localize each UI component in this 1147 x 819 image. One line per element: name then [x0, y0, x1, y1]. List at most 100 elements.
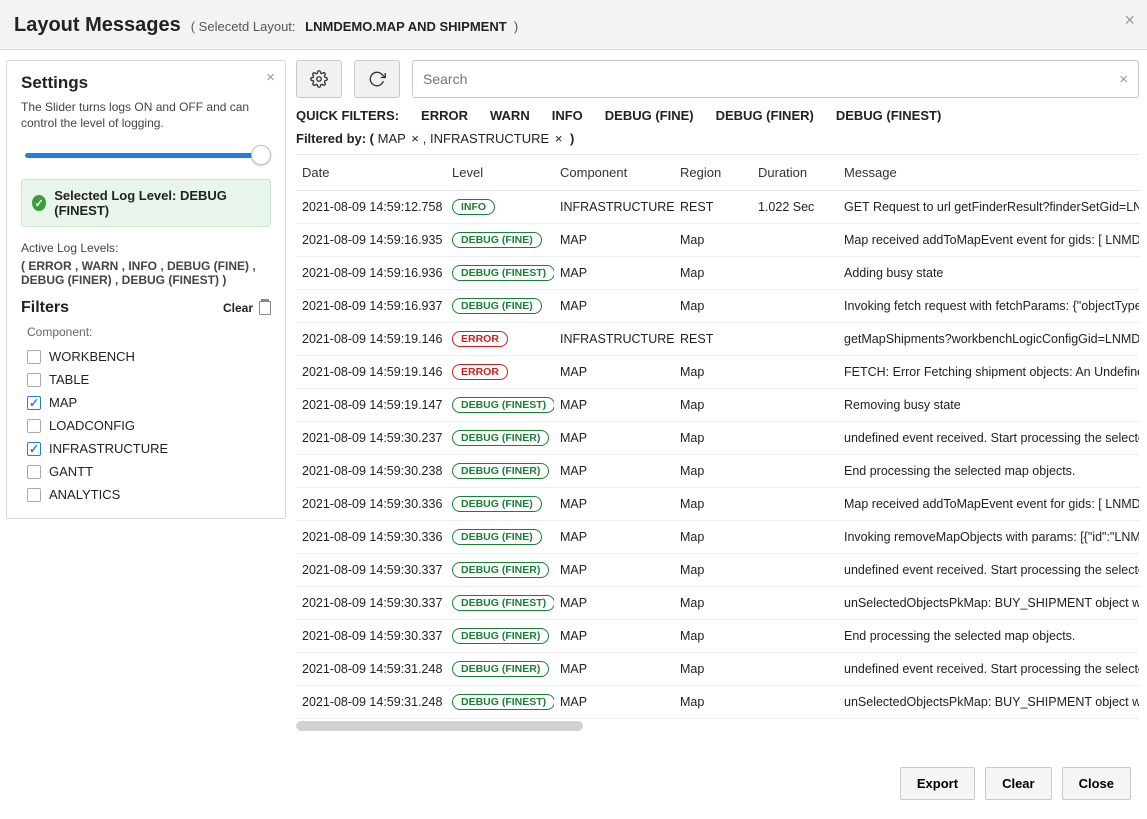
- column-header-component[interactable]: Component: [554, 155, 674, 191]
- component-filter-analytics[interactable]: ANALYTICS: [21, 483, 271, 506]
- export-button[interactable]: Export: [900, 767, 975, 800]
- settings-description: The Slider turns logs ON and OFF and can…: [21, 99, 271, 131]
- filters-header: Filters Clear: [21, 299, 271, 317]
- cell-region: Map: [674, 488, 752, 521]
- settings-close-icon[interactable]: ×: [266, 69, 275, 86]
- table-row[interactable]: 2021-08-09 14:59:30.237DEBUG (FINER)MAPM…: [296, 422, 1139, 455]
- table-row[interactable]: 2021-08-09 14:59:30.337DEBUG (FINEST)MAP…: [296, 587, 1139, 620]
- table-row[interactable]: 2021-08-09 14:59:30.336DEBUG (FINE)MAPMa…: [296, 488, 1139, 521]
- table-row[interactable]: 2021-08-09 14:59:31.248DEBUG (FINER)MAPM…: [296, 653, 1139, 686]
- checkbox[interactable]: [27, 488, 41, 502]
- table-row[interactable]: 2021-08-09 14:59:30.337DEBUG (FINER)MAPM…: [296, 554, 1139, 587]
- cell-duration: [752, 290, 838, 323]
- search-input[interactable]: [423, 71, 1119, 87]
- cell-component: MAP: [554, 290, 674, 323]
- quick-filter-debug-finest-[interactable]: DEBUG (FINEST): [836, 108, 941, 123]
- cell-date: 2021-08-09 14:59:19.147: [296, 389, 446, 422]
- horizontal-scrollbar[interactable]: [296, 721, 1139, 731]
- clear-button[interactable]: Clear: [985, 767, 1052, 800]
- clear-filters-button[interactable]: Clear: [223, 301, 271, 315]
- checkbox[interactable]: [27, 442, 41, 456]
- active-levels-list: ( ERROR , WARN , INFO , DEBUG (FINE) , D…: [21, 259, 271, 287]
- component-filter-infrastructure[interactable]: INFRASTRUCTURE: [21, 437, 271, 460]
- level-pill: DEBUG (FINEST): [452, 694, 554, 710]
- cell-component: MAP: [554, 587, 674, 620]
- scrollbar-thumb[interactable]: [296, 721, 583, 731]
- filtered-by-prefix: Filtered by: (: [296, 131, 374, 146]
- level-pill: DEBUG (FINER): [452, 562, 549, 578]
- cell-level: DEBUG (FINEST): [446, 389, 554, 422]
- column-header-region[interactable]: Region: [674, 155, 752, 191]
- cell-date: 2021-08-09 14:59:30.238: [296, 455, 446, 488]
- table-row[interactable]: 2021-08-09 14:59:16.937DEBUG (FINE)MAPMa…: [296, 290, 1139, 323]
- close-button[interactable]: Close: [1062, 767, 1131, 800]
- component-filter-map[interactable]: MAP: [21, 391, 271, 414]
- search-clear-icon[interactable]: ×: [1119, 71, 1128, 88]
- cell-component: INFRASTRUCTURE: [554, 191, 674, 224]
- column-header-date[interactable]: Date: [296, 155, 446, 191]
- quick-filter-info[interactable]: INFO: [552, 108, 583, 123]
- cell-component: MAP: [554, 488, 674, 521]
- cell-duration: [752, 356, 838, 389]
- table-row[interactable]: 2021-08-09 14:59:16.936DEBUG (FINEST)MAP…: [296, 257, 1139, 290]
- refresh-button[interactable]: [354, 60, 400, 98]
- settings-button[interactable]: [296, 60, 342, 98]
- checkbox[interactable]: [27, 465, 41, 479]
- cell-region: Map: [674, 686, 752, 719]
- log-level-slider[interactable]: [21, 145, 271, 165]
- table-row[interactable]: 2021-08-09 14:59:31.248DEBUG (FINEST)MAP…: [296, 686, 1139, 719]
- cell-level: DEBUG (FINEST): [446, 587, 554, 620]
- cell-message: Map received addToMapEvent event for gid…: [838, 224, 1139, 257]
- cell-component: INFRASTRUCTURE: [554, 323, 674, 356]
- log-toolbar: ×: [296, 60, 1139, 98]
- level-pill: DEBUG (FINER): [452, 661, 549, 677]
- active-levels-label: Active Log Levels:: [21, 241, 271, 255]
- cell-date: 2021-08-09 14:59:30.237: [296, 422, 446, 455]
- refresh-icon: [368, 70, 386, 88]
- component-filter-gantt[interactable]: GANTT: [21, 460, 271, 483]
- filter-chip-remove-icon[interactable]: ×: [555, 131, 563, 146]
- component-filter-label: LOADCONFIG: [49, 418, 135, 433]
- column-header-duration[interactable]: Duration: [752, 155, 838, 191]
- checkbox[interactable]: [27, 419, 41, 433]
- checkbox[interactable]: [27, 396, 41, 410]
- table-row[interactable]: 2021-08-09 14:59:12.758INFOINFRASTRUCTUR…: [296, 191, 1139, 224]
- table-row[interactable]: 2021-08-09 14:59:19.146ERRORINFRASTRUCTU…: [296, 323, 1139, 356]
- component-filter-label: ANALYTICS: [49, 487, 120, 502]
- column-header-level[interactable]: Level: [446, 155, 554, 191]
- quick-filter-warn[interactable]: WARN: [490, 108, 530, 123]
- table-row[interactable]: 2021-08-09 14:59:30.336DEBUG (FINE)MAPMa…: [296, 521, 1139, 554]
- cell-region: REST: [674, 323, 752, 356]
- quick-filter-debug-fine-[interactable]: DEBUG (FINE): [605, 108, 694, 123]
- table-row[interactable]: 2021-08-09 14:59:30.337DEBUG (FINER)MAPM…: [296, 620, 1139, 653]
- cell-region: REST: [674, 191, 752, 224]
- component-filter-table[interactable]: TABLE: [21, 368, 271, 391]
- cell-date: 2021-08-09 14:59:30.336: [296, 521, 446, 554]
- cell-component: MAP: [554, 356, 674, 389]
- component-filter-workbench[interactable]: WORKBENCH: [21, 345, 271, 368]
- selected-level-text: Selected Log Level: DEBUG (FINEST): [54, 188, 260, 218]
- filter-chip-remove-icon[interactable]: ×: [411, 131, 419, 146]
- cell-duration: [752, 224, 838, 257]
- column-header-message[interactable]: Message: [838, 155, 1139, 191]
- level-pill: DEBUG (FINER): [452, 628, 549, 644]
- component-filter-loadconfig[interactable]: LOADCONFIG: [21, 414, 271, 437]
- table-row[interactable]: 2021-08-09 14:59:16.935DEBUG (FINE)MAPMa…: [296, 224, 1139, 257]
- quick-filter-error[interactable]: ERROR: [421, 108, 468, 123]
- table-row[interactable]: 2021-08-09 14:59:19.147 DEBUG (FINEST)MAP…: [296, 389, 1139, 422]
- table-row[interactable]: 2021-08-09 14:59:30.238DEBUG (FINER)MAPM…: [296, 455, 1139, 488]
- table-row[interactable]: 2021-08-09 14:59:19.146ERRORMAPMapFETCH:…: [296, 356, 1139, 389]
- cell-component: MAP: [554, 389, 674, 422]
- component-filter-label: INFRASTRUCTURE: [49, 441, 168, 456]
- level-pill: DEBUG (FINEST): [452, 397, 554, 413]
- close-icon[interactable]: ×: [1124, 10, 1135, 31]
- clear-filters-label: Clear: [223, 301, 253, 315]
- slider-thumb[interactable]: [251, 145, 271, 165]
- cell-level: DEBUG (FINE): [446, 488, 554, 521]
- checkbox[interactable]: [27, 373, 41, 387]
- component-filter-label: WORKBENCH: [49, 349, 135, 364]
- search-box[interactable]: ×: [412, 60, 1139, 98]
- checkbox[interactable]: [27, 350, 41, 364]
- quick-filter-debug-finer-[interactable]: DEBUG (FINER): [716, 108, 814, 123]
- quick-filters-label: QUICK FILTERS:: [296, 108, 399, 123]
